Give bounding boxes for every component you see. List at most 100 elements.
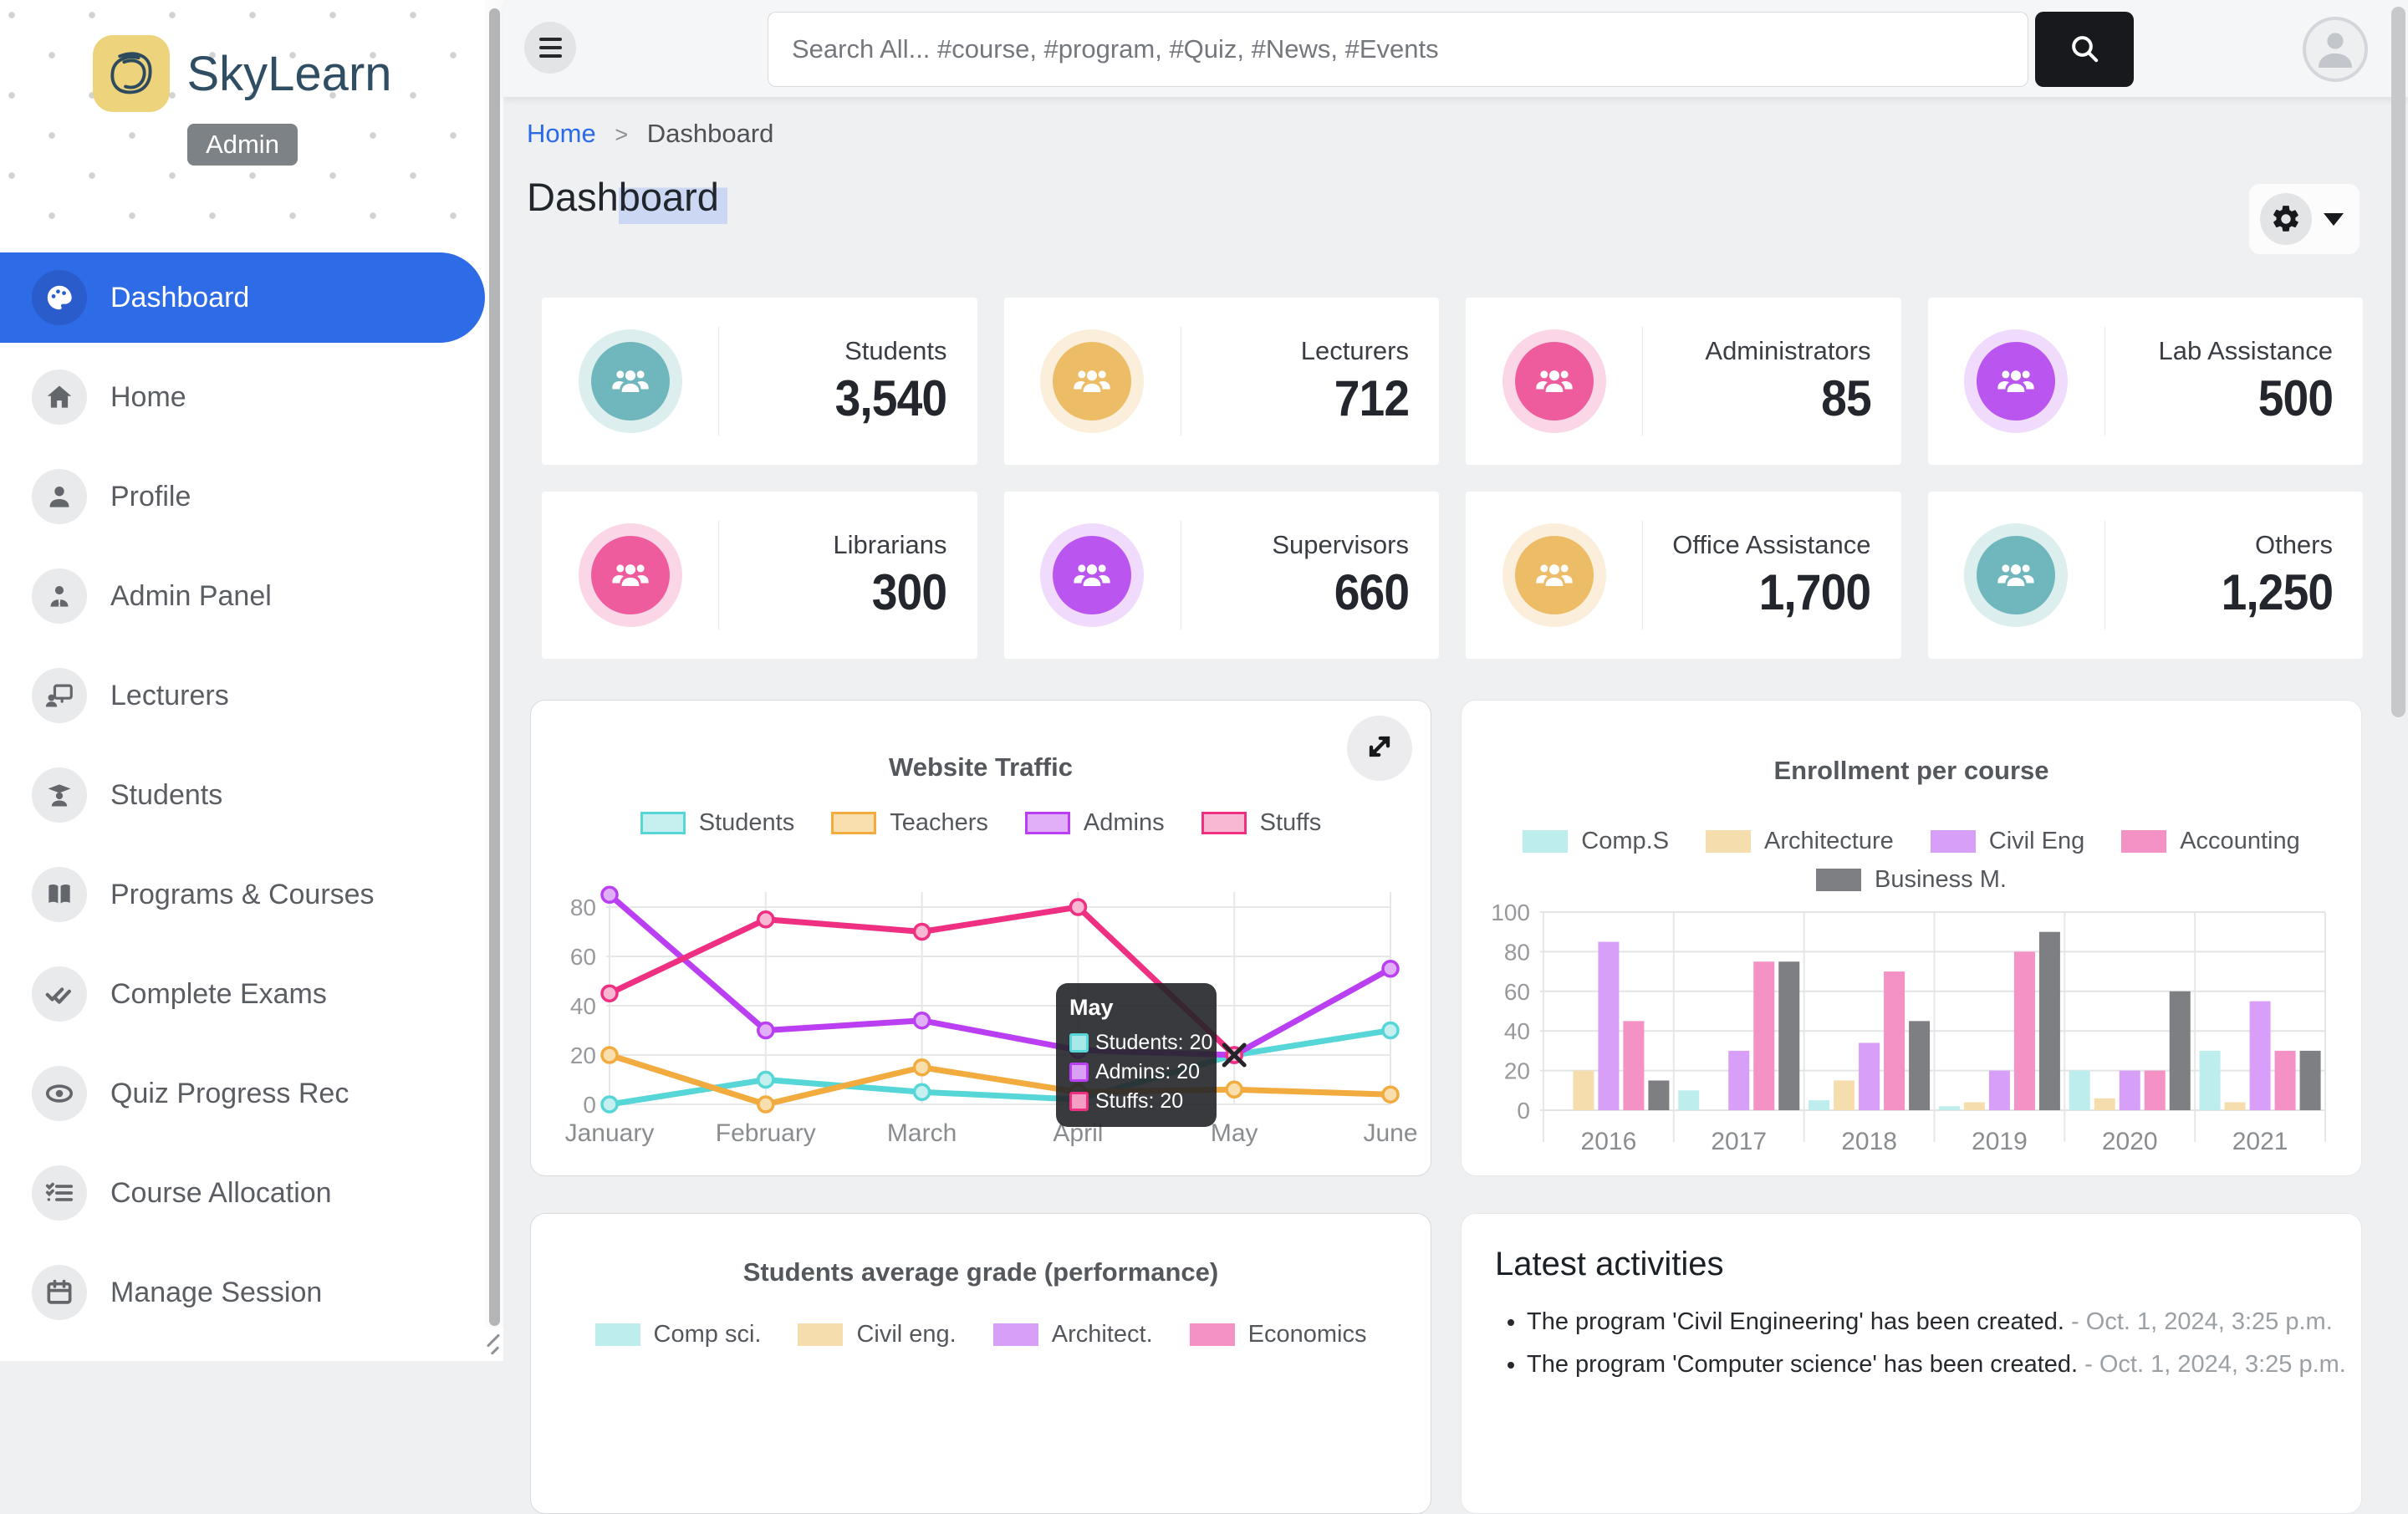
chart-title: Website Traffic (531, 752, 1431, 782)
sidebar-item-label: Course Allocation (110, 1177, 332, 1210)
legend-item-comp-s[interactable]: Comp.S (1523, 828, 1669, 855)
legend-swatch (1931, 830, 1976, 853)
sidebar-item-label: Manage Session (110, 1277, 322, 1309)
sidebar-item-students[interactable]: Students (0, 750, 485, 840)
stat-card-lecturers: Lecturers712 (1004, 298, 1440, 465)
chart-legend[interactable]: Business M. (1462, 866, 2361, 894)
legend-item-civil-eng[interactable]: Civil Eng (1931, 828, 2084, 855)
sidebar-item-label: Students (110, 779, 222, 812)
legend-swatch (1201, 812, 1247, 834)
svg-text:February: February (716, 1119, 816, 1147)
sidebar-item-lecturers[interactable]: Lecturers (0, 650, 485, 741)
legend-item-admins[interactable]: Admins (1025, 809, 1165, 837)
enrollment-chart[interactable]: 020406080100201620172018201920202021 (1493, 905, 2329, 1173)
legend-label: Students (699, 809, 794, 837)
chart-legend[interactable]: Comp sci. Civil eng. Architect. Economics (531, 1321, 1431, 1348)
chart-legend[interactable]: Comp.S Architecture Civil Eng Accounting (1462, 828, 2361, 855)
legend-label: Teachers (890, 809, 988, 837)
legend-item-stuffs[interactable]: Stuffs (1201, 809, 1322, 837)
breadcrumb-separator: > (615, 122, 628, 147)
sidebar-scrollbar-thumb[interactable] (489, 8, 500, 1326)
svg-text:80: 80 (1504, 939, 1530, 965)
legend-item-teachers[interactable]: Teachers (831, 809, 988, 837)
svg-text:2020: 2020 (2102, 1128, 2158, 1155)
legend-item-students[interactable]: Students (640, 809, 794, 837)
hamburger-menu-button[interactable] (524, 22, 576, 74)
website-traffic-chart[interactable]: JanuaryFebruaryMarchAprilMayJune02040608… (563, 855, 1399, 1160)
page-scrollbar-thumb[interactable] (2391, 7, 2405, 717)
legend-item-accounting[interactable]: Accounting (2121, 828, 2300, 855)
person-icon (32, 469, 87, 524)
svg-text:January: January (565, 1119, 655, 1147)
legend-swatch (640, 812, 686, 834)
svg-text:40: 40 (570, 993, 596, 1019)
legend-label: Accounting (2180, 828, 2300, 855)
legend-item-business-m-[interactable]: Business M. (1816, 866, 2007, 894)
stat-value: 3,540 (835, 370, 947, 427)
legend-label: Business M. (1875, 866, 2007, 894)
sidebar-item-home[interactable]: Home (0, 352, 485, 442)
settings-dropdown-button[interactable] (2248, 183, 2360, 255)
chart-tooltip: May Students: 20Admins: 20Stuffs: 20 (1056, 983, 1217, 1127)
legend-item-economics[interactable]: Economics (1190, 1321, 1367, 1348)
svg-text:0: 0 (583, 1092, 596, 1118)
search-button[interactable] (2035, 12, 2134, 87)
legend-item-architecture[interactable]: Architecture (1706, 828, 1894, 855)
user-avatar[interactable] (2303, 17, 2368, 82)
activities-title: Latest activities (1462, 1214, 2361, 1283)
stat-label: Librarians (719, 530, 947, 560)
sidebar-item-complete-exams[interactable]: Complete Exams (0, 949, 485, 1039)
eye-icon (32, 1066, 87, 1121)
brand-name[interactable]: SkyLearn (186, 46, 391, 102)
legend-item-civil-eng-[interactable]: Civil eng. (798, 1321, 956, 1348)
chart-legend[interactable]: Students Teachers Admins Stuffs (531, 809, 1431, 837)
sidebar-item-quiz-progress-rec[interactable]: Quiz Progress Rec (0, 1048, 485, 1139)
activity-time: - Oct. 1, 2024, 3:25 p.m. (2071, 1308, 2333, 1335)
legend-label: Civil Eng (1989, 828, 2084, 855)
stat-card-librarians: Librarians300 (542, 492, 977, 659)
legend-label: Comp.S (1581, 828, 1669, 855)
sidebar-item-label: Home (110, 381, 186, 414)
legend-swatch (2121, 830, 2166, 853)
stat-label: Lecturers (1181, 336, 1410, 366)
sidebar-item-label: Quiz Progress Rec (110, 1078, 349, 1110)
sidebar-item-label: Lecturers (110, 680, 229, 712)
activity-time: - Oct. 1, 2024, 3:25 p.m. (2084, 1351, 2346, 1378)
legend-item-comp-sci-[interactable]: Comp sci. (595, 1321, 762, 1348)
page-title: Dashboard (527, 174, 727, 220)
search-input[interactable] (768, 12, 2028, 87)
sidebar-item-profile[interactable]: Profile (0, 451, 485, 542)
legend-label: Civil eng. (856, 1321, 956, 1348)
sidebar-item-dashboard[interactable]: Dashboard (0, 252, 485, 343)
breadcrumb-home-link[interactable]: Home (527, 119, 596, 148)
legend-item-architect-[interactable]: Architect. (993, 1321, 1153, 1348)
stat-card-lab-assistance: Lab Assistance500 (1928, 298, 2364, 465)
sidebar-item-admin-panel[interactable]: Admin Panel (0, 551, 485, 641)
tooltip-value: Students: 20 (1095, 1031, 1212, 1055)
stat-label: Office Assistance (1643, 530, 1871, 560)
legend-swatch (595, 1323, 640, 1346)
lecturer-icon (32, 668, 87, 723)
resize-handle-icon[interactable] (485, 1328, 503, 1361)
calendar-icon (32, 1265, 87, 1320)
svg-text:2017: 2017 (1711, 1128, 1767, 1155)
sidebar-item-course-allocation[interactable]: Course Allocation (0, 1148, 485, 1238)
tooltip-swatch (1069, 1063, 1089, 1082)
student-icon (32, 767, 87, 823)
svg-text:20: 20 (1504, 1058, 1530, 1084)
sidebar-item-label: Dashboard (110, 282, 249, 314)
sidebar-item-programs-courses[interactable]: Programs & Courses (0, 849, 485, 940)
gear-icon (2260, 193, 2312, 245)
svg-text:2019: 2019 (1972, 1128, 2028, 1155)
tooltip-row: Admins: 20 (1069, 1060, 1205, 1084)
enrollment-card: Enrollment per course Comp.SArchitecture… (1461, 700, 2362, 1176)
svg-text:June: June (1363, 1119, 1417, 1147)
sidebar-menu: Dashboard Home ProfileAdmin Panel Lecturers… (0, 247, 485, 1338)
chart-title: Students average grade (performance) (531, 1257, 1431, 1287)
legend-label: Economics (1248, 1321, 1367, 1348)
sidebar-item-manage-session[interactable]: Manage Session (0, 1247, 485, 1338)
brand-block: SkyLearn Admin (0, 0, 485, 247)
skylearn-logo-icon[interactable] (93, 35, 170, 112)
sidebar-item-label: Programs & Courses (110, 879, 375, 911)
activity-item: The program 'Civil Engineering' has been… (1527, 1308, 2361, 1336)
